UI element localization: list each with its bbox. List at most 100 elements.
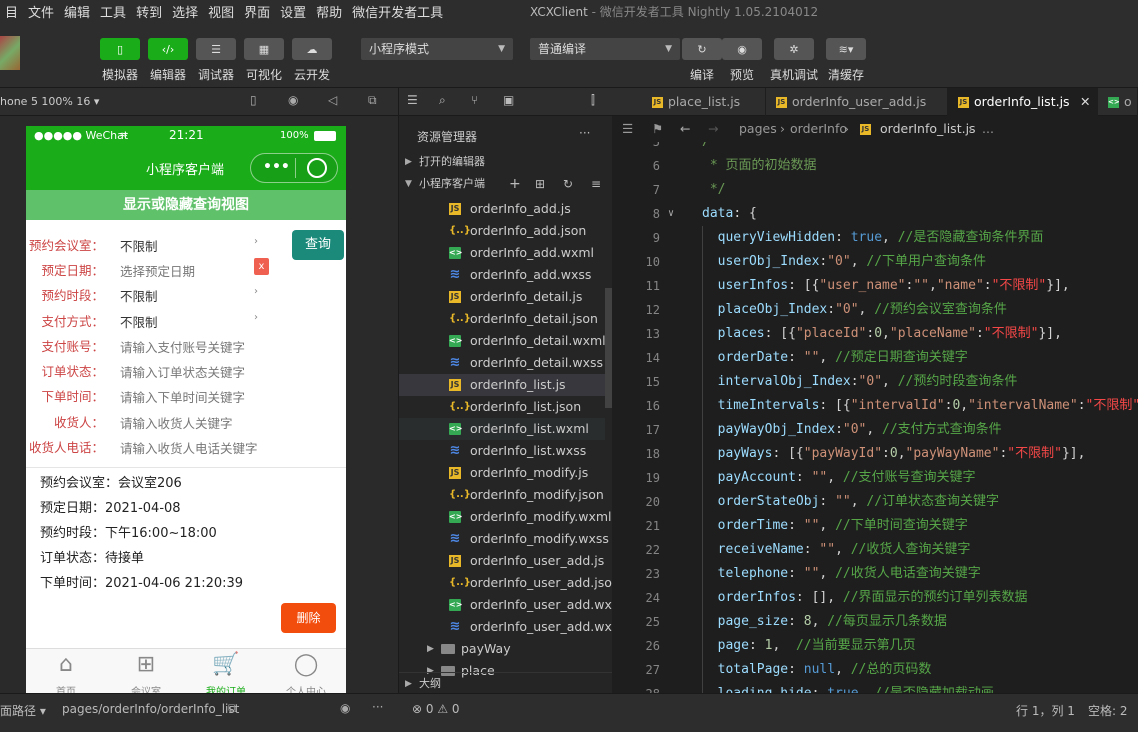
filter-value[interactable]: 选择预定日期 [120, 261, 195, 280]
file-item[interactable]: <> orderInfo_add.wxml [399, 242, 605, 264]
toggle-query-view-button[interactable]: 显示或隐藏查询视图 [26, 190, 346, 220]
mode-select[interactable]: 小程序模式 ▼ [361, 38, 513, 60]
file-item[interactable]: {..} orderInfo_add.json [399, 220, 605, 242]
file-item[interactable]: JS orderInfo_list.js [399, 374, 605, 396]
eye-icon[interactable]: ◉ [340, 701, 350, 715]
tab-orderinfo-list[interactable]: JS orderInfo_list.js ✕ [948, 88, 1098, 116]
page-path-label[interactable]: 面路径 ▾ [0, 702, 46, 719]
menu-item[interactable]: 界面 [239, 2, 275, 21]
folder-item[interactable]: ▶ payWay [399, 638, 605, 660]
split-icon[interactable]: ⫿ [591, 93, 595, 108]
file-item[interactable]: <> orderInfo_user_add.wx... [399, 594, 624, 616]
menu-item[interactable]: 设置 [275, 2, 311, 21]
filter-value[interactable]: 请输入订单状态关键字 [120, 362, 245, 381]
copy-icon[interactable]: ⧉ [228, 701, 237, 716]
filter-row[interactable]: 支付方式： 不限制 › [26, 307, 346, 332]
filter-value[interactable]: 请输入支付账号关键字 [120, 337, 245, 356]
avatar[interactable] [0, 36, 20, 70]
indent-setting[interactable]: 空格: 2 [1088, 702, 1128, 719]
filter-row[interactable]: 收货人： 请输入收货人关键字 [26, 408, 346, 433]
filter-value[interactable]: 不限制 [120, 286, 158, 305]
cloud-toggle-button[interactable]: ☁ [292, 38, 332, 60]
breadcrumb-folder[interactable]: orderInfo [790, 116, 847, 142]
visual-toggle-button[interactable]: ▦ [244, 38, 284, 60]
query-button[interactable]: 查询 [292, 230, 344, 260]
menu-item[interactable]: 选择 [167, 2, 203, 21]
project-section[interactable]: ▼ 小程序客户端 + ⊞ ↻ ≡ [399, 173, 613, 195]
tab-3[interactable]: 🛒 我的订单 [186, 649, 266, 693]
file-item[interactable]: ≋ orderInfo_detail.wxss [399, 352, 605, 374]
filter-row[interactable]: 预约时段： 不限制 › [26, 281, 346, 306]
menu-item[interactable]: 文件 [23, 2, 59, 21]
debug-icon[interactable]: ▣ [503, 93, 514, 107]
open-editors-section[interactable]: ▶ 打开的编辑器 [399, 151, 613, 173]
problems-indicator[interactable]: ⊗ 0 ⚠ 0 [412, 702, 460, 716]
tab-place-list[interactable]: JS place_list.js [642, 88, 766, 116]
tab-1[interactable]: ⌂ 首页 [26, 649, 106, 693]
file-item[interactable]: JS orderInfo_detail.js [399, 286, 605, 308]
tab-orderinfo-user-add[interactable]: JS orderInfo_user_add.js [766, 88, 948, 116]
menu-item[interactable]: 工具 [95, 2, 131, 21]
filter-value[interactable]: 请输入下单时间关键字 [120, 387, 245, 406]
list-icon[interactable]: ☰ [407, 93, 418, 107]
filter-value[interactable]: 不限制 [120, 236, 158, 255]
volume-icon[interactable]: ◁ [328, 93, 337, 107]
new-file-icon[interactable]: + [509, 173, 521, 195]
menu-item[interactable]: 视图 [203, 2, 239, 21]
clear-date-button[interactable]: x [254, 258, 269, 275]
more-icon[interactable]: ··· [579, 126, 590, 140]
editor-toggle-button[interactable]: ‹/› [148, 38, 188, 60]
filter-value[interactable]: 请输入收货人关键字 [120, 413, 233, 432]
new-folder-icon[interactable]: ⊞ [535, 173, 545, 195]
record-icon[interactable]: ◉ [288, 93, 298, 107]
windows-icon[interactable]: ⧉ [368, 93, 377, 108]
code-editor[interactable]: 5/**6 * 页面的初始数据7 */8∨data: {9 queryViewH… [612, 142, 1138, 693]
file-item[interactable]: JS orderInfo_user_add.js [399, 550, 605, 572]
file-item[interactable]: {..} orderInfo_user_add.json [399, 572, 620, 594]
file-item[interactable]: ≋ orderInfo_list.wxss [399, 440, 605, 462]
filter-row[interactable]: 下单时间： 请输入下单时间关键字 [26, 382, 346, 407]
menu-item[interactable]: 微信开发者工具 [347, 2, 448, 21]
file-item[interactable]: <> orderInfo_detail.wxml [399, 330, 606, 352]
filter-value[interactable]: 不限制 [120, 312, 158, 331]
tab-2[interactable]: ⊞ 会议室 [106, 649, 186, 693]
file-item[interactable]: ≋ orderInfo_user_add.wxss [399, 616, 625, 638]
refresh-icon[interactable]: ↻ [563, 173, 573, 195]
filter-row[interactable]: 订单状态： 请输入订单状态关键字 [26, 357, 346, 382]
file-item[interactable]: ≋ orderInfo_modify.wxss [399, 528, 609, 550]
menu-item[interactable]: 转到 [131, 2, 167, 21]
breadcrumb-symbol[interactable]: ... [982, 116, 994, 142]
simulator-toggle-button[interactable]: ▯ [100, 38, 140, 60]
phone-icon[interactable]: ▯ [250, 93, 257, 107]
more-icon[interactable]: ••• [263, 159, 290, 175]
menu-item[interactable]: 帮助 [311, 2, 347, 21]
filter-value[interactable]: 请输入收货人电话关键字 [120, 438, 258, 457]
filter-row[interactable]: 收货人电话： 请输入收货人电话关键字 [26, 433, 346, 458]
branch-icon[interactable]: ⑂ [471, 93, 478, 107]
debugger-toggle-button[interactable]: ☰ [196, 38, 236, 60]
tab-4[interactable]: ◯ 个人中心 [266, 649, 346, 693]
file-item[interactable]: JS orderInfo_add.js [399, 198, 605, 220]
file-item[interactable]: JS orderInfo_modify.js [399, 462, 605, 484]
outline-section[interactable]: ▶ 大纲 [399, 672, 613, 694]
device-select[interactable]: hone 5 100% 16 ▾ [0, 95, 99, 108]
close-miniprogram-icon[interactable] [307, 158, 327, 178]
more-icon[interactable]: ··· [372, 700, 383, 714]
list-icon[interactable]: ☰ [622, 116, 633, 142]
menu-item[interactable]: 编辑 [59, 2, 95, 21]
tab-overflow[interactable]: <> o [1098, 88, 1138, 116]
file-item[interactable]: ≋ orderInfo_add.wxss [399, 264, 605, 286]
breadcrumb-pages[interactable]: pages [739, 116, 777, 142]
page-path[interactable]: pages/orderInfo/orderInfo_list [62, 702, 239, 716]
search-icon[interactable]: ⌕ [439, 93, 446, 108]
fold-chevron-icon[interactable]: ∨ [668, 202, 674, 226]
delete-button[interactable]: 删除 [281, 603, 336, 633]
file-item[interactable]: {..} orderInfo_detail.json [399, 308, 605, 330]
back-arrow-icon[interactable]: ← [680, 116, 690, 142]
filter-row[interactable]: 支付账号： 请输入支付账号关键字 [26, 332, 346, 357]
cursor-position[interactable]: 行 1，列 1 [1016, 702, 1075, 719]
file-item[interactable]: {..} orderInfo_list.json [399, 396, 605, 418]
collapse-icon[interactable]: ≡ [591, 173, 601, 195]
close-icon[interactable]: ✕ [1080, 88, 1090, 116]
compile-mode-select[interactable]: 普通编译 ▼ [530, 38, 680, 60]
